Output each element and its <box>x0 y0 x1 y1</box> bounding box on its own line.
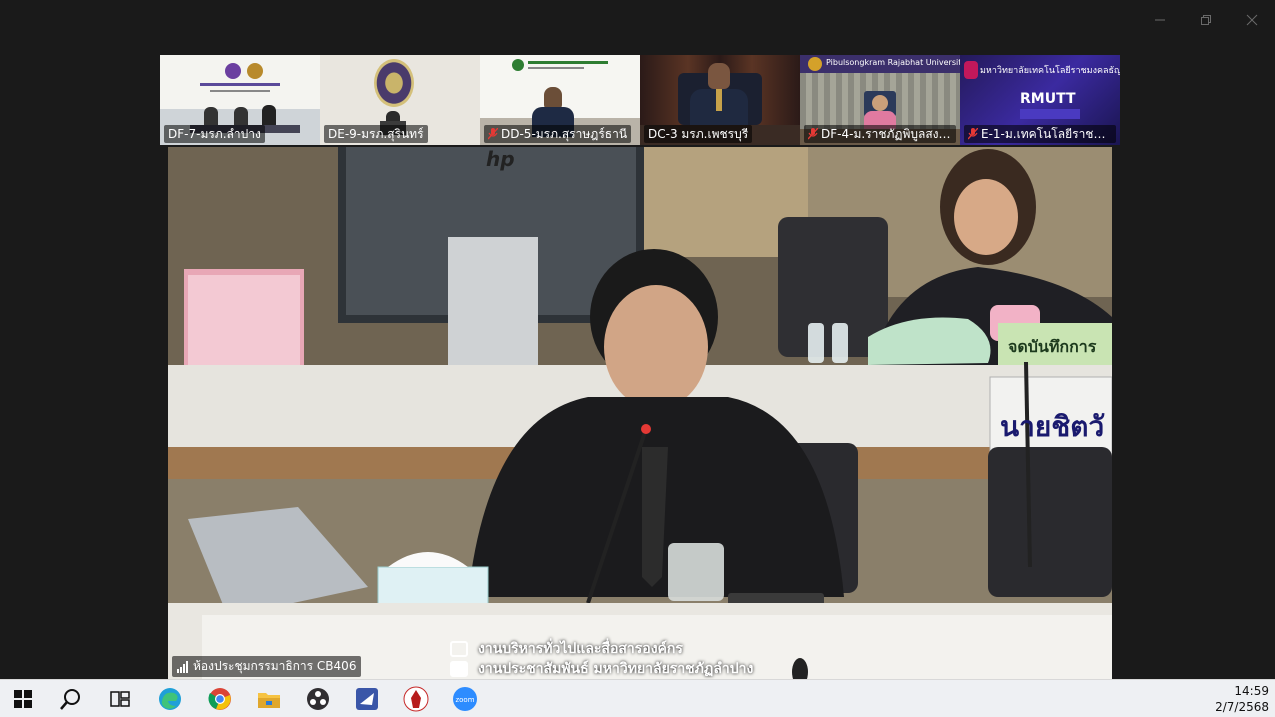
participant-name: DE-9-มรภ.สุรินทร์ <box>328 126 424 141</box>
signal-strength-icon <box>177 660 188 673</box>
rmutt-logo-text: RMUTT <box>1020 91 1076 107</box>
participant-tile[interactable]: DD-5-มรภ.สุราษฎร์ธานี <box>480 55 640 145</box>
clock-time: 14:59 <box>1234 684 1269 698</box>
chrome-icon[interactable] <box>206 685 234 713</box>
participant-tile[interactable]: DC-3 มรภ.เพชรบุรี <box>640 55 800 145</box>
participant-name: DF-4-ม.ราชภัฏพิบูลสงคร... <box>821 126 952 141</box>
zoom-icon-label: zoom <box>455 696 474 704</box>
mic-muted-icon <box>487 127 499 140</box>
start-icon[interactable] <box>9 685 37 713</box>
participant-name: E-1-ม.เทคโนโลยีราชมงคล... <box>981 126 1112 141</box>
watermark: งานบริหารทั่วไปและสื่อสารองค์กร งานประชา… <box>450 639 753 679</box>
room-name: ห้องประชุมกรรมาธิการ CB406 <box>193 659 357 673</box>
speaker-label: ห้องประชุมกรรมาธิการ CB406 <box>172 656 362 677</box>
video-scene <box>168 147 1112 679</box>
rmutt-thai-name: มหาวิทยาลัยเทคโนโลยีราชมงคลธัญบุรี <box>980 66 1120 76</box>
name-sign-white: นายชิตวั <box>1000 410 1105 443</box>
participant-name: DD-5-มรภ.สุราษฎร์ธานี <box>501 126 628 141</box>
participant-tile[interactable]: DE-9-มรภ.สุรินทร์ <box>320 55 480 145</box>
minimize-button[interactable] <box>1137 0 1183 40</box>
participant-name: DC-3 มรภ.เพชรบุรี <box>648 126 749 141</box>
system-clock[interactable]: 14:59 2/7/2568 <box>1215 683 1269 715</box>
participant-label: DE-9-มรภ.สุรินทร์ <box>324 125 428 143</box>
watermark-line-2: งานประชาสัมพันธ์ มหาวิทยาลัยราชภัฏลำปาง <box>478 661 754 677</box>
participant-tile[interactable]: มหาวิทยาลัยเทคโนโลยีราชมงคลธัญบุรี RMUTT… <box>960 55 1120 145</box>
participant-tile[interactable]: DF-7-มรภ.ลำปาง <box>160 55 320 145</box>
emblem-icon[interactable] <box>402 685 430 713</box>
active-speaker-video[interactable]: จดบันทึกการ นายชิตวั hp งานบริหารทั่วไปแ… <box>168 147 1112 679</box>
task-view-icon[interactable] <box>106 685 134 713</box>
participant-label: DF-4-ม.ราชภัฏพิบูลสงคร... <box>804 125 956 143</box>
participant-label: DF-7-มรภ.ลำปาง <box>164 125 265 143</box>
search-icon[interactable] <box>57 685 85 713</box>
obs-icon[interactable] <box>304 685 332 713</box>
app-icon[interactable] <box>353 685 381 713</box>
edge-icon[interactable] <box>156 685 184 713</box>
close-button[interactable] <box>1229 0 1275 40</box>
participant-name: DF-7-มรภ.ลำปาง <box>168 126 261 141</box>
participant-tile[interactable]: Pibulsongkram Rajabhat University DF-4-ม… <box>800 55 960 145</box>
participant-label: DC-3 มรภ.เพชรบุรี <box>644 125 753 143</box>
name-sign-green: จดบันทึกการ <box>1008 337 1097 356</box>
pibul-banner: Pibulsongkram Rajabhat University <box>826 58 960 67</box>
camera-icon <box>450 641 468 657</box>
file-explorer-icon[interactable] <box>255 685 283 713</box>
window-controls <box>1137 0 1275 40</box>
restore-button[interactable] <box>1183 0 1229 40</box>
zoom-icon[interactable]: zoom <box>451 685 479 713</box>
participant-strip: DF-7-มรภ.ลำปาง DE-9-มรภ.สุรินทร์ DD-5-มร… <box>160 55 1120 145</box>
mic-muted-icon <box>807 127 819 140</box>
zoom-window: DF-7-มรภ.ลำปาง DE-9-มรภ.สุรินทร์ DD-5-มร… <box>0 0 1275 679</box>
clock-date: 2/7/2568 <box>1215 700 1269 714</box>
monitor-brand: hp <box>486 147 515 171</box>
watermark-line-1: งานบริหารทั่วไปและสื่อสารองค์กร <box>478 641 683 657</box>
participant-label: DD-5-มรภ.สุราษฎร์ธานี <box>484 125 632 143</box>
participant-label: E-1-ม.เทคโนโลยีราชมงคล... <box>964 125 1116 143</box>
taskbar: zoom 14:59 2/7/2568 <box>0 679 1275 717</box>
mic-muted-icon <box>967 127 979 140</box>
facebook-icon <box>450 661 468 677</box>
